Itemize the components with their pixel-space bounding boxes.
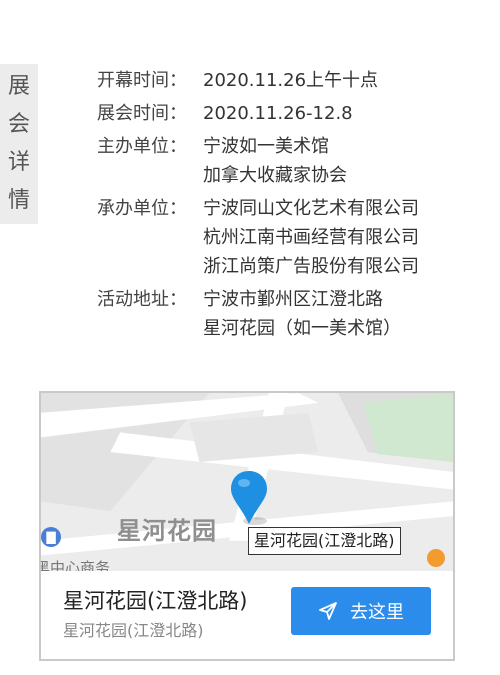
destination-title: 星河花园(江澄北路) — [63, 589, 248, 613]
organizer-label: 主办单位： — [97, 136, 187, 157]
address-value: 宁波市鄞州区江澄北路 — [203, 289, 383, 310]
location-pin-icon[interactable] — [229, 469, 269, 529]
address-value: 星河花园（如一美术馆） — [203, 318, 401, 339]
map-place-label: 星河花园 — [117, 517, 217, 545]
address-label: 活动地址： — [97, 289, 187, 310]
building-icon[interactable]: ▇ — [41, 527, 61, 547]
destination-subtitle: 星河花园(江澄北路) — [63, 621, 204, 640]
side-tab-char: 展 — [7, 74, 30, 99]
organizer-value: 宁波如一美术馆 — [203, 136, 329, 157]
side-tab-char: 会 — [7, 112, 30, 137]
co-organizer-value: 浙江尚策广告股份有限公司 — [203, 256, 419, 277]
co-organizer-row: 承办单位： 宁波同山文化艺术有限公司 杭州江南书画经营有限公司 浙江尚策广告股份… — [97, 194, 419, 281]
navigate-button-label: 去这里 — [350, 602, 404, 623]
co-organizer-value: 杭州江南书画经营有限公司 — [203, 227, 419, 248]
destination-panel: 星河花园(江澄北路) 星河花园(江澄北路) 去这里 — [41, 571, 453, 659]
navigate-arrow-icon — [319, 602, 337, 620]
exhibition-info: 开幕时间： 2020.11.26上午十点 展会时间： 2020.11.26-12… — [97, 66, 419, 347]
side-tab-char: 情 — [7, 188, 30, 213]
exhibition-time-label: 展会时间： — [97, 103, 187, 124]
exhibition-time-row: 展会时间： 2020.11.26-12.8 — [97, 99, 419, 128]
map-card[interactable]: 星河花园 ▇ 黑中心商务 星河花园(江澄北路) 星河花园(江澄北路) 星河花园(… — [39, 391, 455, 661]
organizer-row: 主办单位： 宁波如一美术馆 加拿大收藏家协会 — [97, 132, 419, 190]
co-organizer-label: 承办单位： — [97, 198, 187, 219]
exhibition-time-value: 2020.11.26-12.8 — [203, 103, 353, 124]
organizer-value: 加拿大收藏家协会 — [203, 165, 347, 186]
opening-time-label: 开幕时间： — [97, 70, 187, 91]
map-place-chip[interactable]: 星河花园(江澄北路) — [248, 527, 401, 555]
opening-time-row: 开幕时间： 2020.11.26上午十点 — [97, 66, 419, 95]
side-tab-char: 详 — [7, 150, 30, 175]
exhibition-details-tab[interactable]: 展 会 详 情 — [0, 64, 38, 224]
navigate-button[interactable]: 去这里 — [291, 587, 431, 635]
poi-marker-icon[interactable] — [427, 549, 445, 567]
address-row: 活动地址： 宁波市鄞州区江澄北路 星河花园（如一美术馆） — [97, 285, 419, 343]
co-organizer-value: 宁波同山文化艺术有限公司 — [203, 198, 419, 219]
opening-time-value: 2020.11.26上午十点 — [203, 70, 379, 91]
